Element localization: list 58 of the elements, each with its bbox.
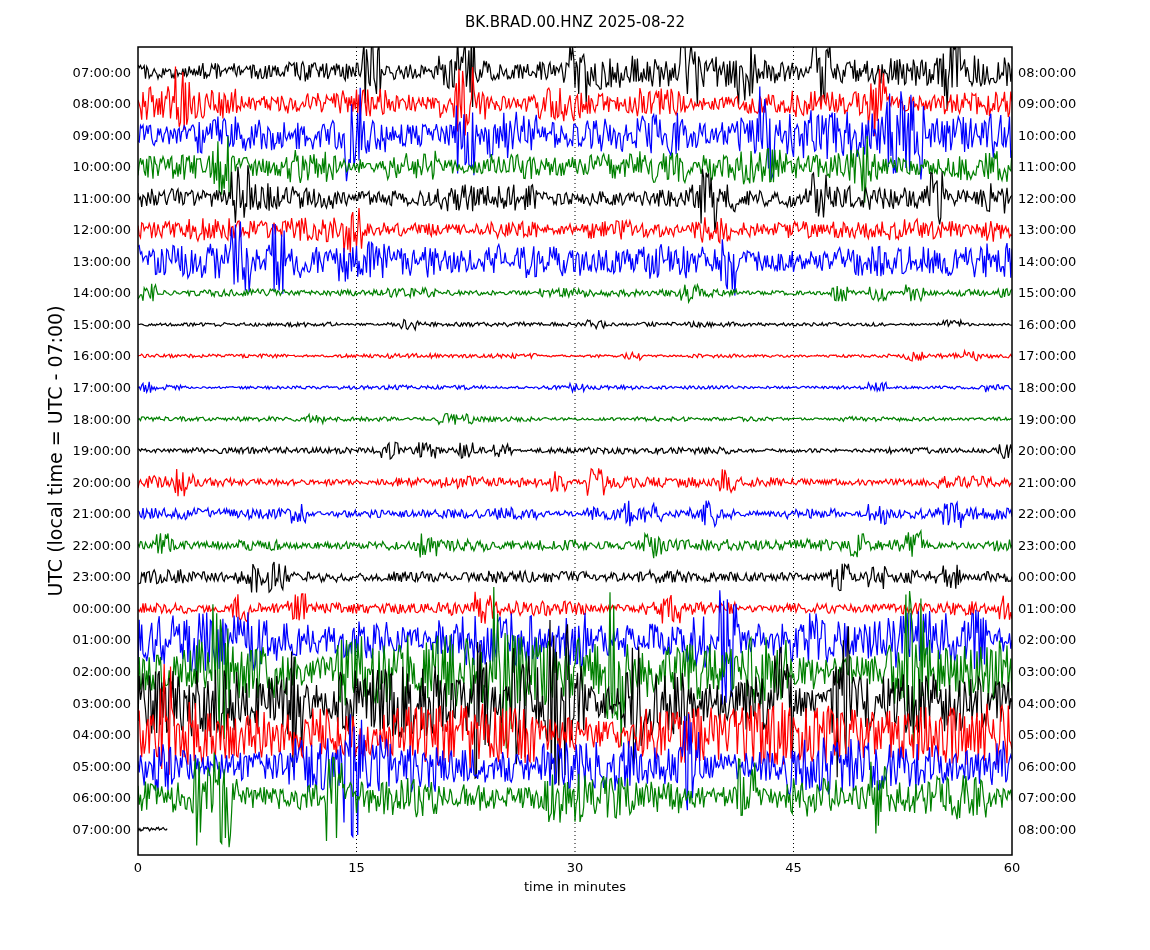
time-label: 04:00:00 <box>72 727 131 743</box>
time-label: 22:00:00 <box>1018 506 1077 522</box>
time-label: 14:00:00 <box>72 285 131 301</box>
time-label: 03:00:00 <box>72 695 131 711</box>
time-label: 06:00:00 <box>72 790 131 806</box>
axis-tick-label: 15 <box>348 860 365 875</box>
time-label: 08:00:00 <box>1018 821 1077 837</box>
time-label: 22:00:00 <box>72 537 131 553</box>
time-label: 18:00:00 <box>1018 380 1077 395</box>
time-label: 20:00:00 <box>72 474 131 490</box>
time-label: 10:00:00 <box>1018 127 1077 143</box>
time-label: 00:00:00 <box>1018 569 1077 585</box>
time-label: 06:00:00 <box>1018 758 1077 774</box>
time-label: 10:00:00 <box>72 159 131 175</box>
time-label: 07:00:00 <box>72 64 131 80</box>
time-label: 05:00:00 <box>1018 727 1077 743</box>
time-label: 16:00:00 <box>72 348 131 364</box>
time-label: 14:00:00 <box>1018 253 1077 269</box>
time-label: 09:00:00 <box>72 127 131 143</box>
time-label: 09:00:00 <box>1018 96 1077 112</box>
time-label: 12:00:00 <box>72 222 131 238</box>
time-label: 12:00:00 <box>1018 190 1077 206</box>
time-label: 00:00:00 <box>72 600 131 616</box>
time-label: 07:00:00 <box>1018 790 1077 806</box>
time-label: 15:00:00 <box>72 316 131 332</box>
axis-tick-label: 30 <box>566 860 584 875</box>
time-label: 19:00:00 <box>72 443 131 459</box>
time-label: 07:00:00 <box>72 821 131 837</box>
time-label: 19:00:00 <box>1018 411 1077 427</box>
axis-tick-label: 45 <box>785 860 802 875</box>
plot-title: BK.BRAD.00.HNZ 2025-08-22 <box>464 13 686 31</box>
time-label: 02:00:00 <box>72 663 131 679</box>
time-label: 01:00:00 <box>72 632 131 648</box>
time-label: 17:00:00 <box>1018 348 1077 364</box>
time-label: 17:00:00 <box>72 380 131 395</box>
time-label: 08:00:00 <box>72 96 131 112</box>
time-label: 13:00:00 <box>72 253 131 269</box>
time-label: 13:00:00 <box>1018 222 1077 238</box>
axis-tick-label: 0 <box>133 860 143 875</box>
time-label: 23:00:00 <box>72 569 131 585</box>
time-label: 01:00:00 <box>1018 600 1077 616</box>
time-label: 23:00:00 <box>1018 537 1077 553</box>
axis-label: time in minutes <box>523 879 627 894</box>
time-label: 05:00:00 <box>72 758 131 774</box>
time-label: 04:00:00 <box>1018 695 1077 711</box>
time-label: 21:00:00 <box>1018 474 1077 490</box>
time-label: 16:00:00 <box>1018 316 1077 332</box>
time-label: 08:00:00 <box>1018 64 1077 80</box>
time-label: 18:00:00 <box>72 411 131 427</box>
axis-label: UTC (local time = UTC - 07:00) <box>44 305 66 597</box>
time-label: 11:00:00 <box>72 190 131 206</box>
time-label: 02:00:00 <box>1018 632 1077 648</box>
time-label: 20:00:00 <box>1018 443 1077 459</box>
time-label: 11:00:00 <box>1018 159 1077 175</box>
time-label: 03:00:00 <box>1018 663 1077 679</box>
time-label: 21:00:00 <box>72 506 131 522</box>
axis-tick-label: 60 <box>1003 860 1021 875</box>
time-label: 15:00:00 <box>1018 285 1077 301</box>
